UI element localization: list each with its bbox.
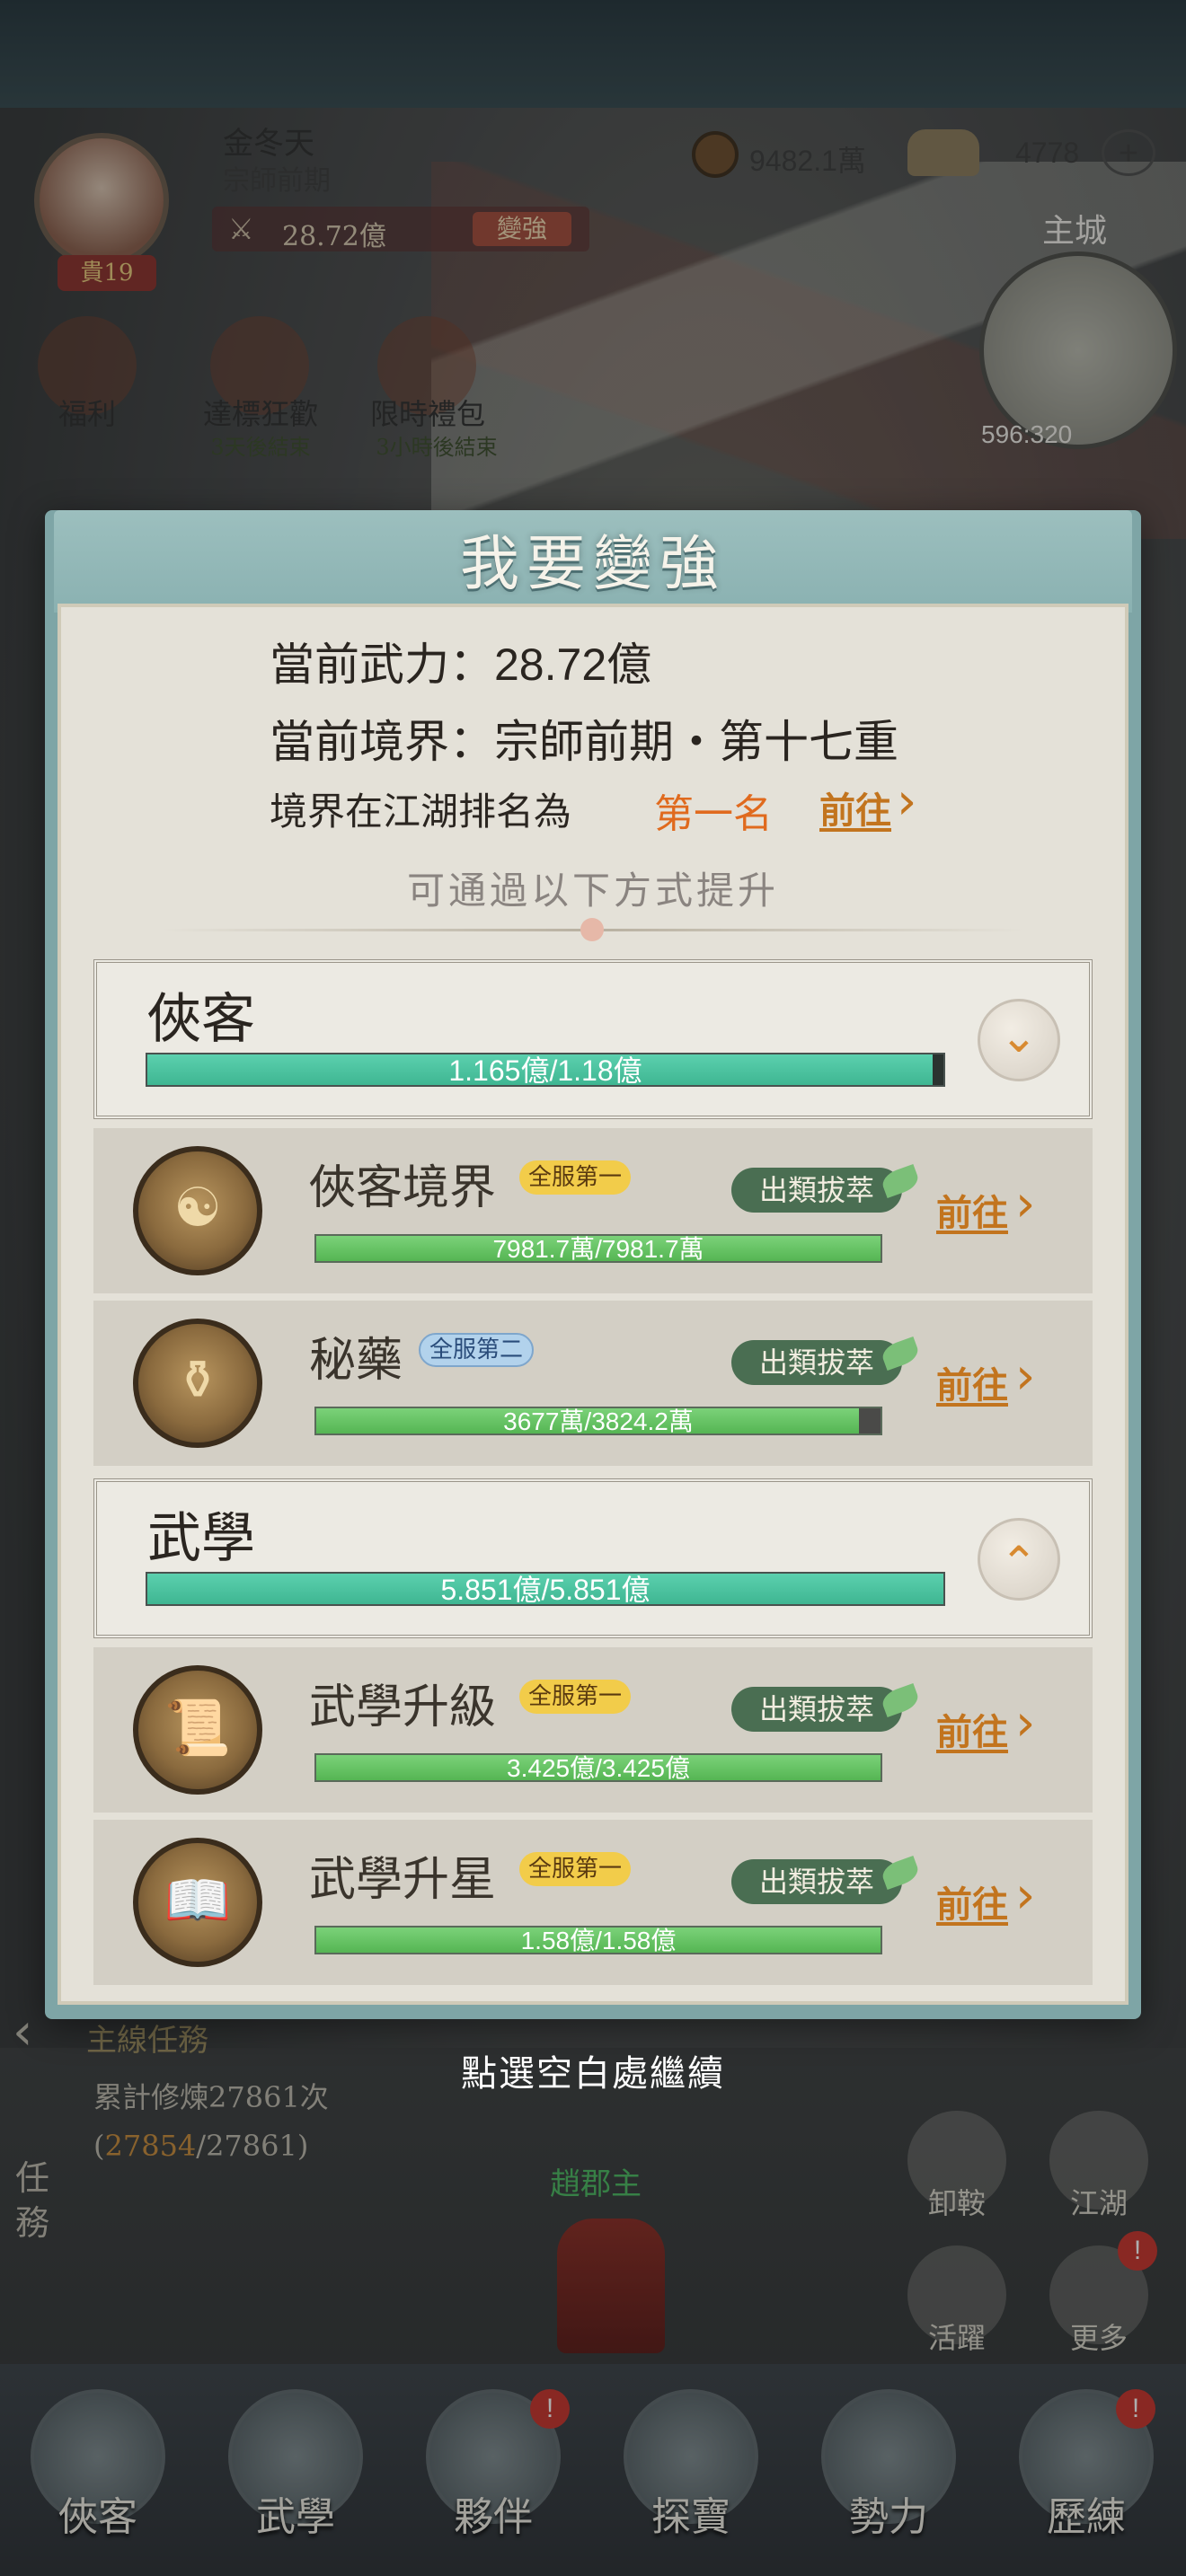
item-goto-link[interactable]: 前往 <box>936 1184 1008 1236</box>
current-realm-label: 當前境界： <box>270 716 494 768</box>
current-power-line: 當前武力：28.72億 <box>270 629 651 693</box>
item-name: 秘藥 <box>309 1334 403 1388</box>
divider-ornament <box>580 918 604 941</box>
chevron-right-icon[interactable]: › <box>1015 1347 1035 1406</box>
item-name: 武學升星 <box>309 1853 497 1907</box>
rating-tag: 出類拔萃 <box>731 1859 902 1904</box>
rating-tag: 出類拔萃 <box>731 1168 902 1213</box>
category-martial-arts[interactable]: 武學 5.851億/5.851億 ⌃ <box>93 1478 1093 1638</box>
realm-rank-label: 境界在江湖排名為 <box>270 790 572 834</box>
server-rank-badge: 全服第一 <box>519 1852 632 1886</box>
item-progress-bar: 7981.7萬/7981.7萬 <box>314 1234 882 1263</box>
item-goto-link[interactable]: 前往 <box>936 1875 1008 1928</box>
category-progress-bar: 5.851億/5.851億 <box>146 1572 945 1606</box>
rating-tag: 出類拔萃 <box>731 1687 902 1732</box>
item-row-martial-upgrade: 📜 武學升級 全服第一 出類拔萃 3.425億/3.425億 前往 › <box>93 1647 1093 1813</box>
realm-rank-value: 第一名 <box>654 791 773 837</box>
item-progress-bar: 3.425億/3.425億 <box>314 1753 882 1782</box>
server-rank-badge: 全服第一 <box>519 1680 632 1714</box>
current-power-label: 當前武力： <box>270 639 494 691</box>
item-progress-text: 3.425億/3.425億 <box>507 1754 690 1782</box>
current-realm-value: 宗師前期・第十七重 <box>494 716 898 768</box>
chevron-right-icon[interactable]: › <box>1015 1866 1035 1925</box>
server-rank-badge: 全服第一 <box>519 1160 632 1195</box>
category-progress-text: 1.165億/1.18億 <box>448 1054 642 1087</box>
category-progress-bar: 1.165億/1.18億 <box>146 1053 945 1087</box>
item-progress-bar: 3677萬/3824.2萬 <box>314 1407 882 1435</box>
expand-toggle-button[interactable]: ⌄ <box>978 999 1060 1081</box>
rating-tag: 出類拔萃 <box>731 1340 902 1385</box>
improve-hint: 可通過以下方式提升 <box>406 869 779 913</box>
chevron-right-icon[interactable]: › <box>897 772 916 831</box>
item-goto-link[interactable]: 前往 <box>936 1703 1008 1755</box>
continue-hint: 點選空白處繼續 <box>461 2053 725 2095</box>
chevron-down-icon: ⌄ <box>1000 1010 1038 1063</box>
item-row-martial-star: 📖 武學升星 全服第一 出類拔萃 1.58億/1.58億 前往 › <box>93 1820 1093 1985</box>
scroll-icon: 📜 <box>133 1665 262 1795</box>
current-power-value: 28.72億 <box>494 640 652 690</box>
gourd-icon: ⚱ <box>133 1319 262 1448</box>
chevron-right-icon[interactable]: › <box>1015 1694 1035 1752</box>
item-goto-link[interactable]: 前往 <box>936 1356 1008 1408</box>
modal-title: 我要變強 <box>460 529 726 598</box>
meditating-hero-icon: ☯ <box>133 1146 262 1275</box>
item-name: 武學升級 <box>309 1681 497 1734</box>
server-rank-badge: 全服第二 <box>419 1333 535 1367</box>
book-icon: 📖 <box>133 1838 262 1967</box>
category-title: 俠客 <box>147 988 255 1051</box>
collapse-toggle-button[interactable]: ⌃ <box>978 1518 1060 1601</box>
category-title: 武學 <box>147 1507 255 1570</box>
chevron-right-icon[interactable]: › <box>1015 1175 1035 1233</box>
item-progress-text: 7981.7萬/7981.7萬 <box>492 1235 704 1263</box>
item-progress-bar: 1.58億/1.58億 <box>314 1926 882 1954</box>
item-row-hero-realm: ☯ 俠客境界 全服第一 出類拔萃 7981.7萬/7981.7萬 前往 › <box>93 1128 1093 1293</box>
item-progress-text: 3677萬/3824.2萬 <box>503 1407 694 1435</box>
item-progress-text: 1.58億/1.58億 <box>520 1927 677 1954</box>
realm-goto-link[interactable]: 前往 <box>819 781 891 834</box>
current-realm-line: 當前境界：宗師前期・第十七重 <box>270 706 898 771</box>
chevron-up-icon: ⌃ <box>1000 1537 1038 1589</box>
item-name: 俠客境界 <box>309 1161 497 1215</box>
item-row-elixir: ⚱ 秘藥 全服第二 出類拔萃 3677萬/3824.2萬 前往 › <box>93 1301 1093 1466</box>
category-hero[interactable]: 俠客 1.165億/1.18億 ⌄ <box>93 959 1093 1119</box>
category-progress-text: 5.851億/5.851億 <box>440 1574 651 1606</box>
